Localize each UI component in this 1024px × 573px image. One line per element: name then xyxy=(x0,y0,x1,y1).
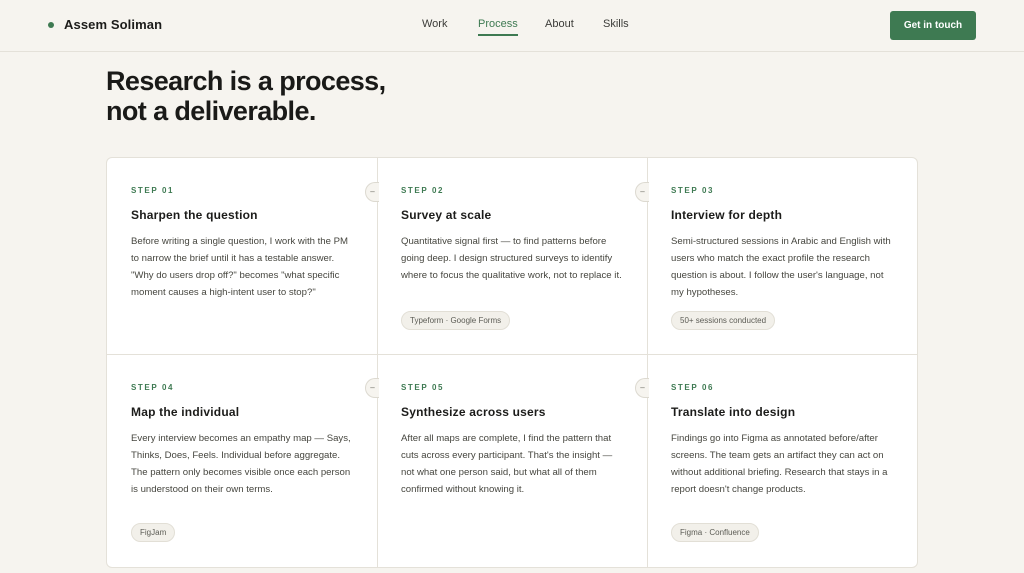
step-card: STEP 03 Interview for depth Semi-structu… xyxy=(647,158,917,354)
step-title: Map the individual xyxy=(131,405,240,419)
main-nav: Work Process About Skills xyxy=(0,18,1024,38)
step-title: Sharpen the question xyxy=(131,208,258,222)
step-number: STEP 02 xyxy=(401,186,445,195)
nav-link-skills[interactable]: Skills xyxy=(603,18,629,34)
step-number: STEP 06 xyxy=(671,383,715,392)
top-nav-bar: Assem Soliman Work Process About Skills … xyxy=(0,0,1024,52)
tool-tag: FigJam xyxy=(131,523,176,542)
step-description: Every interview becomes an empathy map —… xyxy=(131,433,351,495)
step-connector-icon: – xyxy=(365,182,379,202)
page-title: Research is a process, not a deliverable… xyxy=(106,66,386,126)
nav-link-work[interactable]: Work xyxy=(422,18,447,34)
step-title: Synthesize across users xyxy=(401,405,546,419)
step-number: STEP 05 xyxy=(401,383,445,392)
process-steps-grid: STEP 01 Sharpen the question Before writ… xyxy=(106,157,918,568)
step-title: Survey at scale xyxy=(401,208,492,222)
step-connector-icon: – xyxy=(635,182,649,202)
step-connector-icon: – xyxy=(365,378,379,398)
step-description: Findings go into Figma as annotated befo… xyxy=(671,433,888,495)
step-card: STEP 01 Sharpen the question Before writ… xyxy=(107,158,377,354)
step-description: Before writing a single question, I work… xyxy=(131,236,349,298)
tool-tag: Figma · Confluence xyxy=(671,523,759,542)
step-description: After all maps are complete, I find the … xyxy=(401,433,613,495)
step-description: Semi-structured sessions in Arabic and E… xyxy=(671,236,891,298)
step-title: Translate into design xyxy=(671,405,796,419)
step-card: STEP 04 Map the individual Every intervi… xyxy=(107,355,377,551)
step-card: STEP 06 Translate into design Findings g… xyxy=(647,355,917,551)
tool-tag: Typeform · Google Forms xyxy=(401,311,511,330)
step-number: STEP 03 xyxy=(671,186,715,195)
nav-link-about[interactable]: About xyxy=(545,18,574,34)
step-description: Quantitative signal first — to find patt… xyxy=(401,236,622,281)
page-title-line-1: Research is a process, xyxy=(106,66,386,96)
step-card: STEP 02 Survey at scale Quantitative sig… xyxy=(377,158,647,354)
get-in-touch-button[interactable]: Get in touch xyxy=(890,11,976,40)
step-number: STEP 04 xyxy=(131,383,175,392)
step-title: Interview for depth xyxy=(671,208,783,222)
step-card: STEP 05 Synthesize across users After al… xyxy=(377,355,647,551)
nav-link-process[interactable]: Process xyxy=(478,18,518,36)
step-connector-icon: – xyxy=(635,378,649,398)
stat-tag: 50+ sessions conducted xyxy=(671,311,776,330)
step-number: STEP 01 xyxy=(131,186,175,195)
page-title-line-2: not a deliverable. xyxy=(106,96,316,126)
